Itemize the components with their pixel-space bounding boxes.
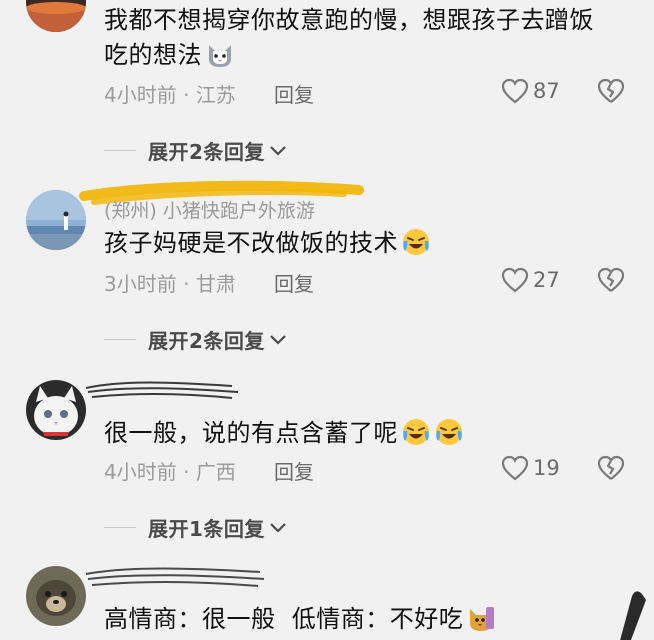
comment-text-block: 孩子妈硬是不改做饭的技术 xyxy=(104,226,614,261)
expand-replies-label: 展开1条回复 xyxy=(148,517,265,541)
avatar[interactable] xyxy=(26,380,86,440)
chevron-down-icon xyxy=(270,145,286,156)
expand-replies-label: 展开2条回复 xyxy=(148,140,265,164)
broken-heart-icon xyxy=(597,267,625,292)
divider-line xyxy=(104,526,136,529)
comment-location: 江苏 xyxy=(195,83,236,107)
avatar[interactable] xyxy=(26,0,86,32)
meta-separator: · xyxy=(176,83,196,107)
heart-icon xyxy=(501,267,529,293)
comment-time: 3小时前 xyxy=(104,272,177,296)
laughing-crying-emoji-icon xyxy=(434,417,464,447)
reply-button[interactable]: 回复 xyxy=(274,79,314,108)
username-redaction-scribble xyxy=(85,567,265,587)
comment-text-block: 我都不想揭穿你故意跑的慢，想跟孩子去蹭饭吃的想法 xyxy=(104,3,614,73)
divider-line xyxy=(104,338,136,341)
expand-replies-button[interactable]: 展开2条回复 xyxy=(104,325,287,354)
comment-text: 很一般，说的有点含蓄了呢 xyxy=(104,419,398,447)
dislike-button[interactable] xyxy=(597,267,625,297)
reply-button[interactable]: 回复 xyxy=(274,268,314,297)
like-button[interactable]: 27 xyxy=(501,267,560,293)
avatar[interactable] xyxy=(26,190,86,250)
chevron-down-icon xyxy=(270,334,286,345)
dislike-button[interactable] xyxy=(597,78,625,108)
comment-meta: 4小时前 · 广西 xyxy=(104,456,236,485)
comment-location: 广西 xyxy=(195,460,236,484)
comment-time: 4小时前 xyxy=(104,460,177,484)
laughing-crying-emoji-icon xyxy=(401,227,431,257)
like-count: 27 xyxy=(533,268,560,292)
reply-button[interactable]: 回复 xyxy=(274,456,314,485)
comment-list: 我都不想揭穿你故意跑的慢，想跟孩子去蹭饭吃的想法 4小时前 · 江苏 回复 87 xyxy=(0,0,654,640)
comment-location: 甘肃 xyxy=(195,272,236,296)
comment-meta: 3小时前 · 甘肃 xyxy=(104,268,236,297)
expand-replies-button[interactable]: 展开1条回复 xyxy=(104,513,287,542)
heart-icon xyxy=(501,78,529,104)
avatar[interactable] xyxy=(26,566,86,626)
meta-separator: · xyxy=(176,460,196,484)
username[interactable]: (郑州) 小猪快跑户外旅游 xyxy=(104,196,315,223)
comment-text: 孩子妈硬是不改做饭的技术 xyxy=(104,229,398,257)
divider-line xyxy=(104,149,136,152)
broken-heart-icon xyxy=(597,455,625,480)
cat-face-emoji-icon xyxy=(466,603,496,633)
meta-separator: · xyxy=(176,272,196,296)
laughing-crying-emoji-icon xyxy=(401,417,431,447)
username-redaction-scribble xyxy=(85,381,239,399)
expand-replies-button[interactable]: 展开2条回复 xyxy=(104,136,287,165)
like-count: 19 xyxy=(533,456,560,480)
broken-heart-icon xyxy=(597,78,625,103)
expand-replies-label: 展开2条回复 xyxy=(148,329,265,353)
comment-time: 4小时前 xyxy=(104,83,177,107)
comment-text: 我都不想揭穿你故意跑的慢，想跟孩子去蹭饭吃的想法 xyxy=(104,6,594,69)
comment-meta: 4小时前 · 江苏 xyxy=(104,79,236,108)
cat-face-emoji-icon xyxy=(205,39,235,69)
dislike-button[interactable] xyxy=(597,455,625,485)
comment-text-block: 高情商：很一般 低情商：不好吃 xyxy=(104,602,614,637)
comment-text-block: 很一般，说的有点含蓄了呢 xyxy=(104,416,614,451)
like-button[interactable]: 87 xyxy=(501,78,560,104)
comment-text: 高情商：很一般 低情商：不好吃 xyxy=(104,605,464,633)
like-count: 87 xyxy=(533,79,560,103)
heart-icon xyxy=(501,455,529,481)
like-button[interactable]: 19 xyxy=(501,455,560,481)
floating-handle-decoration xyxy=(620,591,646,640)
chevron-down-icon xyxy=(270,522,286,533)
